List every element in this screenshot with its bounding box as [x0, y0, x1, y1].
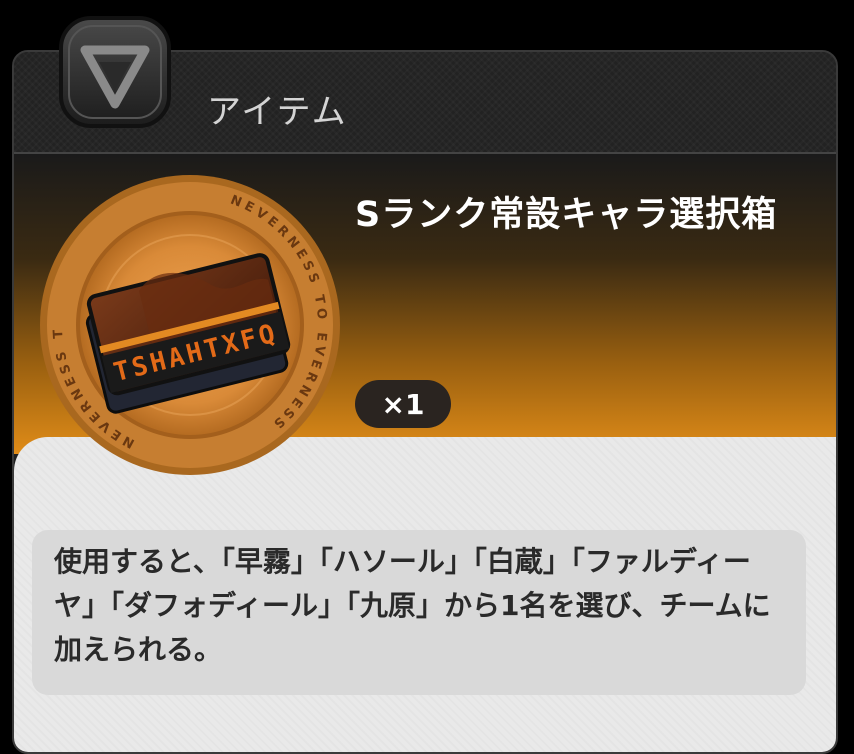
description-box: 使用すると、「早霧」「ハソール」「白蔵」「ファルディーヤ」「ダフォディール」「九…: [32, 530, 806, 695]
item-medallion: NEVERNESS TO EVERNESS NEVERNESS TO EVERN…: [32, 165, 340, 475]
v-triangle-logo-icon: [59, 16, 171, 128]
item-name: Sランク常設キャラ選択箱: [355, 195, 778, 235]
item-description: 使用すると、「早霧」「ハソール」「白蔵」「ファルディーヤ」「ダフォディール」「九…: [54, 545, 771, 666]
item-detail-screen: アイテム 使用すると、「早霧」「ハソール」「白蔵」「ファルディーヤ」「ダフォディ…: [0, 0, 854, 754]
header-title: アイテム: [207, 92, 348, 132]
item-count-badge: ×1: [355, 380, 451, 428]
